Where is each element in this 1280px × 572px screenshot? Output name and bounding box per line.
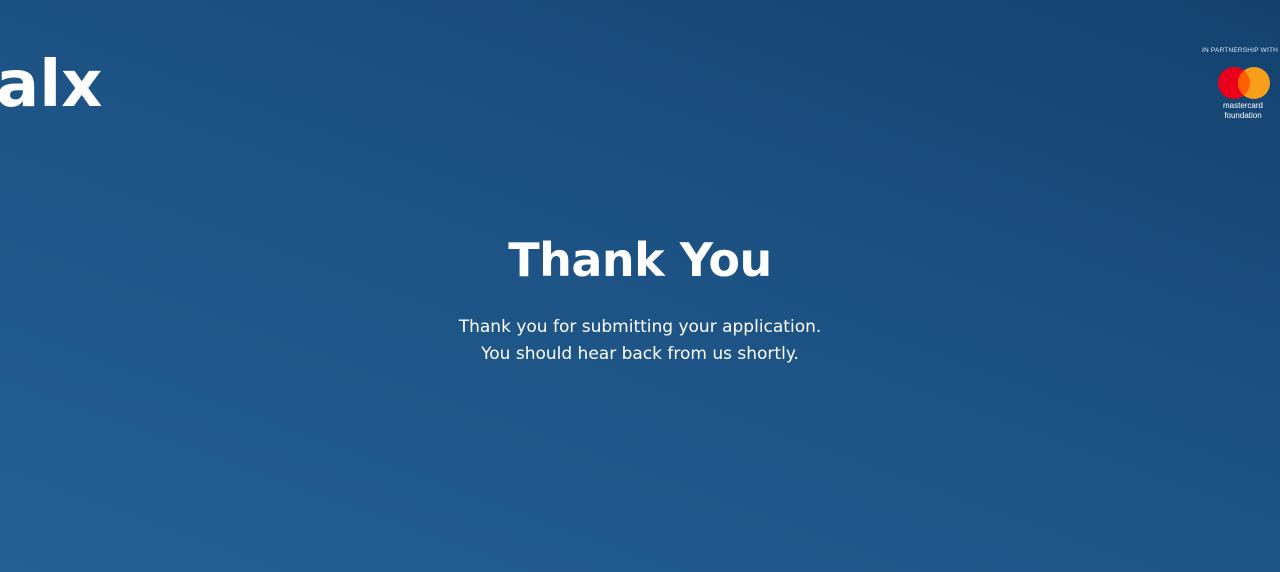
mastercard-circles-icon bbox=[1218, 67, 1270, 99]
partnership-caption: IN PARTNERSHIP WITH bbox=[1202, 47, 1279, 54]
mastercard-foundation-wordmark: mastercard foundation bbox=[1216, 101, 1270, 120]
message-line-2: You should hear back from us shortly. bbox=[481, 344, 799, 364]
page-title: Thank You bbox=[508, 233, 772, 287]
confirmation-message: Thank you for submitting your applicatio… bbox=[0, 314, 1280, 368]
message-line-1: Thank you for submitting your applicatio… bbox=[458, 317, 822, 337]
wordmark-line-1: mastercard bbox=[1222, 101, 1263, 110]
alx-logo[interactable]: alx bbox=[0, 44, 120, 122]
partner-badge: IN PARTNERSHIP WITH mastercard foundatio… bbox=[1198, 47, 1280, 123]
thank-you-panel: Thank You Thank you for submitting your … bbox=[0, 232, 1280, 368]
wordmark-line-2: foundation bbox=[1224, 110, 1262, 120]
alx-logo-text: alx bbox=[0, 48, 102, 114]
